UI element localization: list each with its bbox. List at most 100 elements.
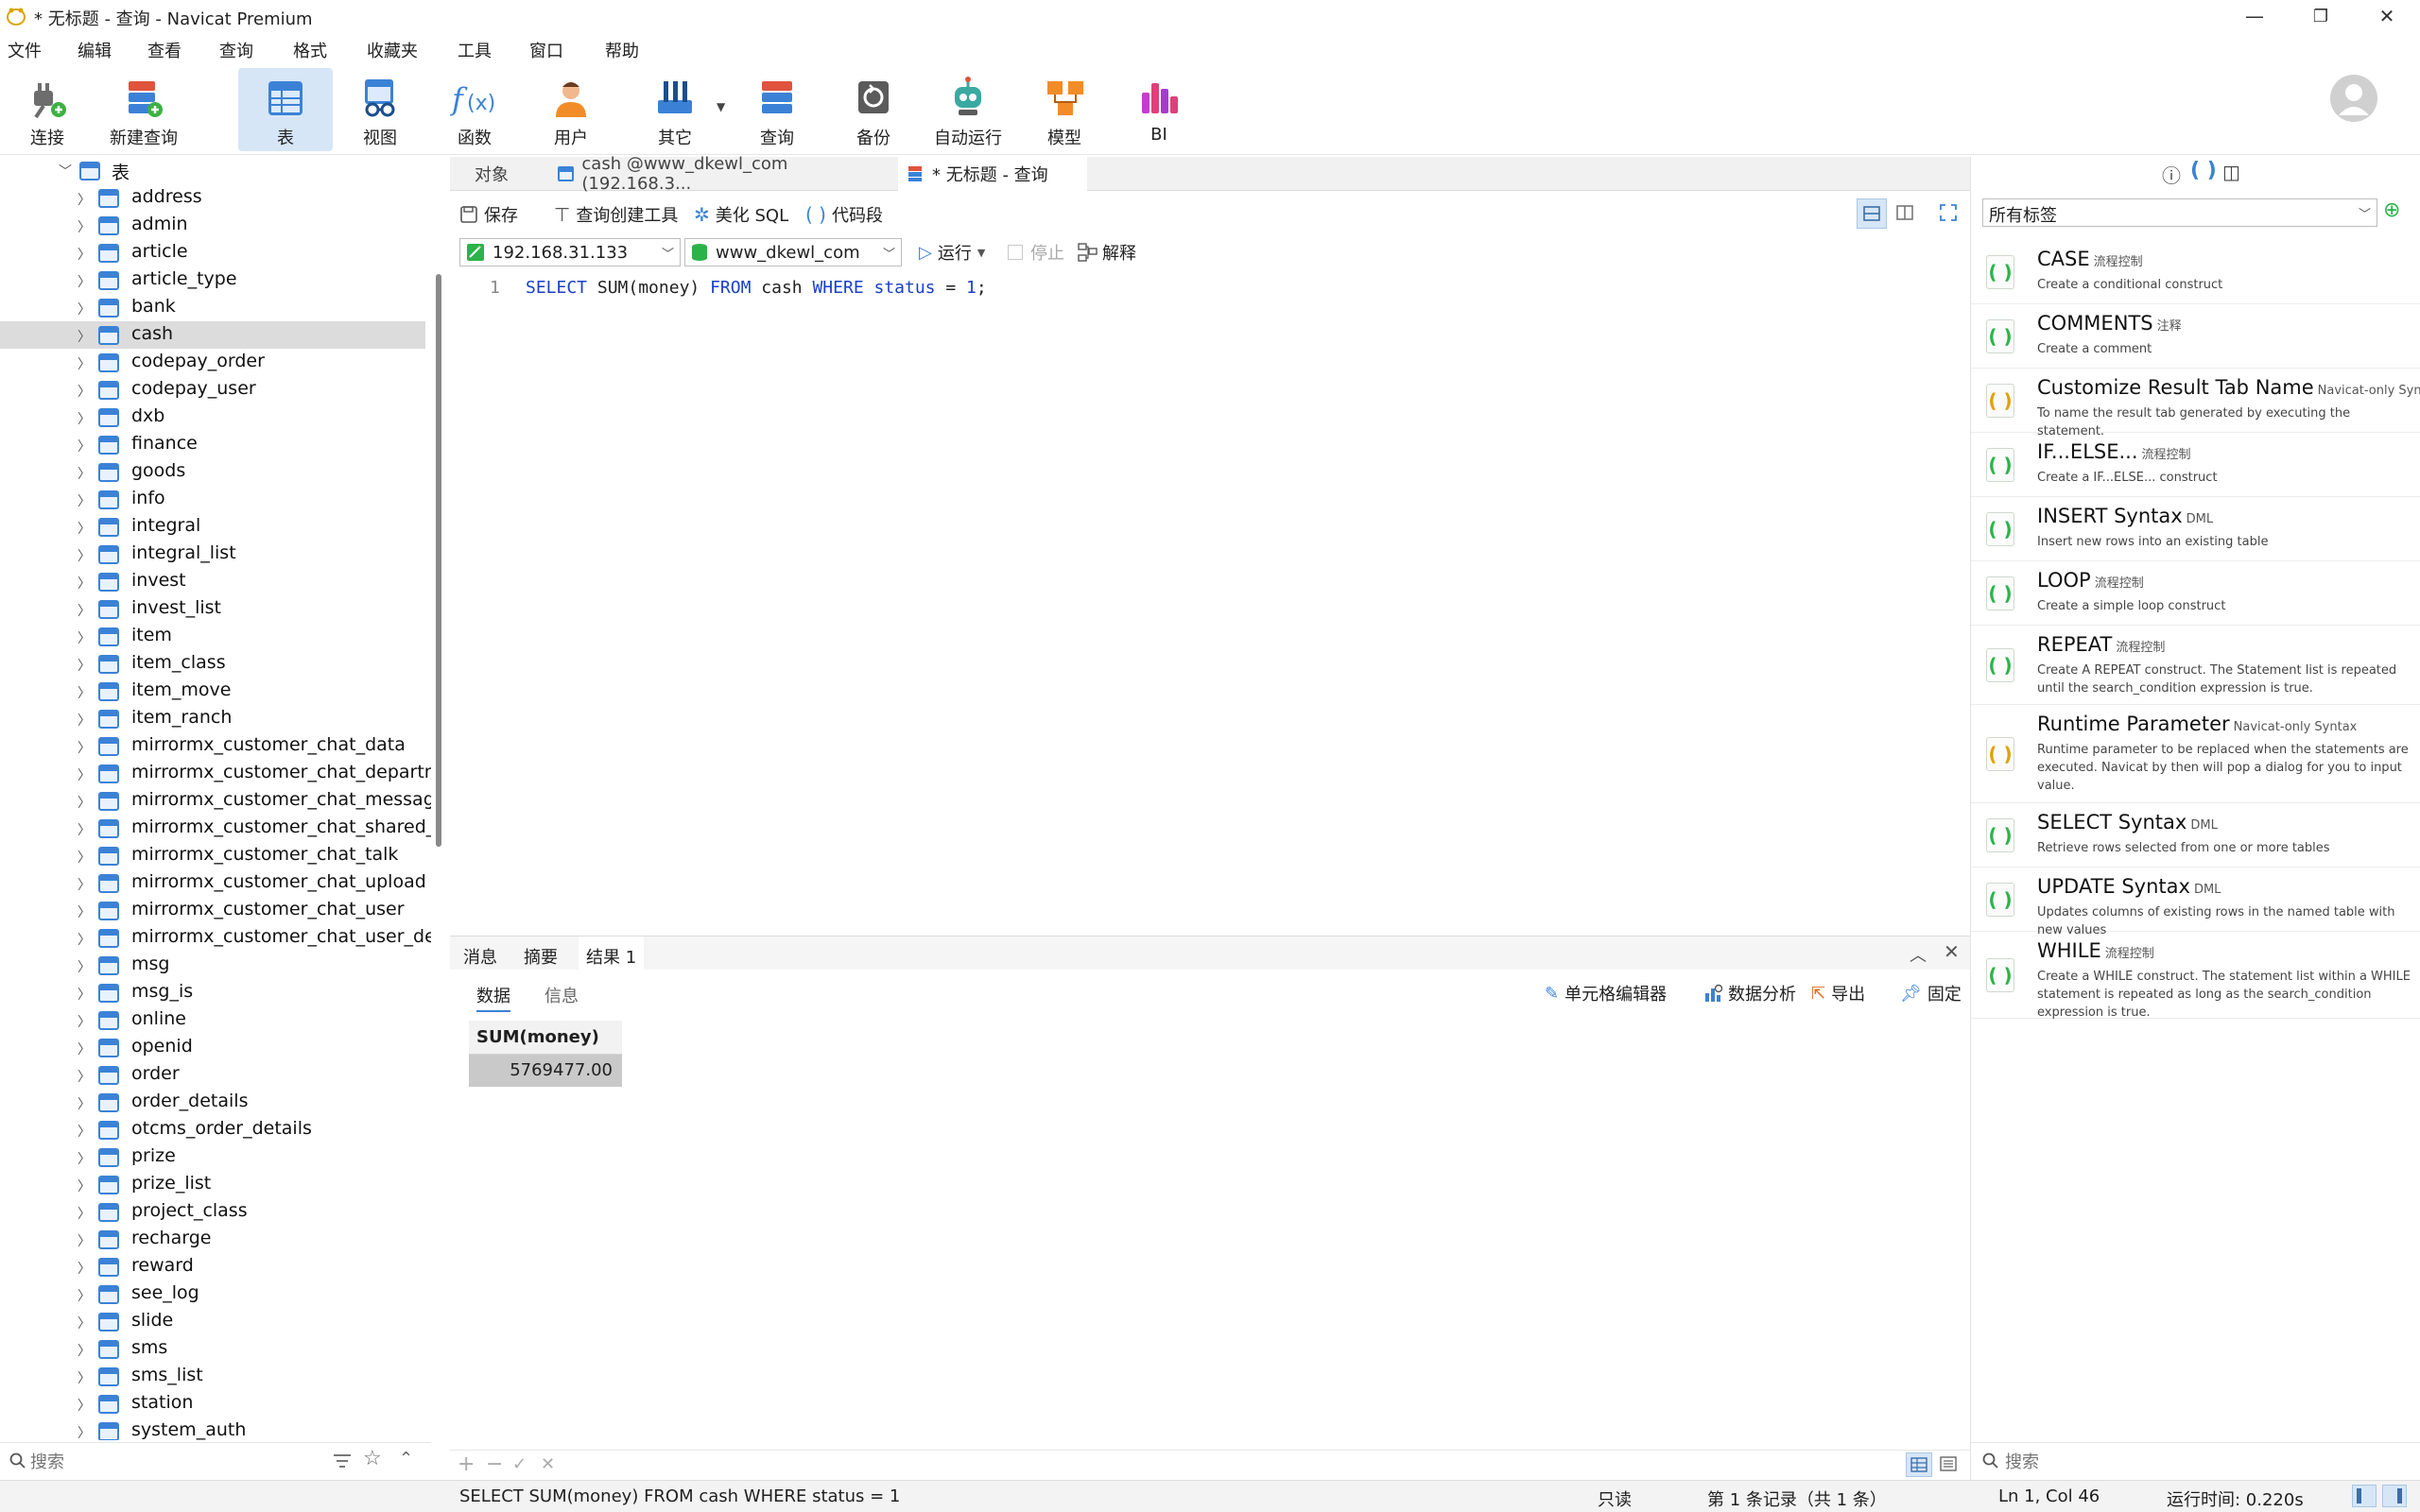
- chevron-right-icon[interactable]: 〉: [78, 1396, 91, 1415]
- stop-button[interactable]: 停止: [1008, 240, 1064, 265]
- snippet-item[interactable]: ( ) INSERT Syntax DML Insert new rows into …: [1971, 497, 2420, 561]
- chevron-right-icon[interactable]: 〉: [78, 875, 91, 894]
- tab-untitled-query[interactable]: * 无标题 - 查询: [898, 157, 1087, 191]
- tree-table-item[interactable]: 〉 slide: [0, 1308, 425, 1335]
- tree-table-item[interactable]: 〉 reward: [0, 1253, 425, 1280]
- tree-table-item[interactable]: 〉 see_log: [0, 1280, 425, 1308]
- tab-info[interactable]: 信息: [544, 983, 579, 1007]
- fullscreen-button[interactable]: [1934, 198, 1964, 229]
- tree-table-item[interactable]: 〉 mirrormx_customer_chat_message: [0, 787, 431, 815]
- menu-tools[interactable]: 工具: [458, 38, 492, 62]
- tree-table-item[interactable]: 〉 integral_list: [0, 541, 425, 568]
- tag-filter-select[interactable]: 所有标签 ﹀: [1982, 198, 2377, 227]
- tree-table-item[interactable]: 〉 mirrormx_customer_chat_departmer: [0, 760, 431, 787]
- tab-objects[interactable]: 对象: [450, 157, 533, 191]
- chevron-right-icon[interactable]: 〉: [78, 738, 91, 757]
- chevron-right-icon[interactable]: 〉: [78, 957, 91, 976]
- chevron-right-icon[interactable]: 〉: [78, 1177, 91, 1195]
- tree-table-item[interactable]: 〉 sms_list: [0, 1363, 425, 1390]
- tree-table-item[interactable]: 〉 otcms_order_details: [0, 1116, 425, 1143]
- tree-table-item[interactable]: 〉 order_details: [0, 1089, 425, 1116]
- tree-table-item[interactable]: 〉 mirrormx_customer_chat_user_depa: [0, 924, 431, 952]
- collapse-icon[interactable]: ⌃: [399, 1449, 413, 1469]
- tree-table-item[interactable]: 〉 order: [0, 1061, 425, 1089]
- tab-data[interactable]: 数据: [476, 983, 510, 1012]
- tree-search-input[interactable]: [30, 1449, 314, 1475]
- chevron-right-icon[interactable]: 〉: [78, 546, 91, 565]
- tree-table-item[interactable]: 〉 invest: [0, 568, 425, 595]
- tree-table-item[interactable]: 〉 station: [0, 1390, 425, 1418]
- toggle-left-panel-button[interactable]: [2352, 1485, 2377, 1507]
- discard-icon[interactable]: ✕: [541, 1454, 555, 1474]
- filter-icon[interactable]: [333, 1452, 352, 1469]
- tree-table-item[interactable]: 〉 invest_list: [0, 595, 425, 623]
- chevron-right-icon[interactable]: 〉: [78, 217, 91, 236]
- user-button[interactable]: 用户: [524, 68, 618, 151]
- tree-table-item[interactable]: 〉 article: [0, 239, 425, 266]
- tree-table-item[interactable]: 〉 codepay_order: [0, 349, 425, 376]
- tree-table-item[interactable]: 〉 goods: [0, 458, 425, 486]
- chevron-right-icon[interactable]: 〉: [78, 1149, 91, 1168]
- chevron-right-icon[interactable]: 〉: [78, 1341, 91, 1360]
- chevron-right-icon[interactable]: 〉: [78, 464, 91, 483]
- layout-horizontal-button[interactable]: [1857, 198, 1887, 229]
- chevron-right-icon[interactable]: 〉: [78, 711, 91, 730]
- cell-editor-button[interactable]: ✎ 单元格编辑器: [1545, 981, 1667, 1005]
- tab-messages[interactable]: 消息: [463, 944, 497, 969]
- tree-table-item[interactable]: 〉 admin: [0, 212, 425, 239]
- tree-root-tables[interactable]: ﹀ 表: [0, 157, 425, 184]
- chevron-right-icon[interactable]: 〉: [78, 1368, 91, 1387]
- chevron-right-icon[interactable]: 〉: [78, 1259, 91, 1278]
- sql-editor[interactable]: 1 SELECT SUM(money) FROM cash WHERE stat…: [450, 274, 1970, 932]
- model-button[interactable]: 模型: [1017, 68, 1112, 151]
- chevron-right-icon[interactable]: 〉: [78, 848, 91, 867]
- connection-select[interactable]: 192.168.31.133 ﹀: [459, 238, 681, 266]
- chevron-right-icon[interactable]: 〉: [78, 765, 91, 784]
- chevron-right-icon[interactable]: 〉: [78, 1012, 91, 1031]
- run-button[interactable]: ▷ 运行 ▼: [919, 240, 985, 265]
- collapse-panel-icon[interactable]: ︿: [1910, 942, 1927, 967]
- chevron-right-icon[interactable]: 〉: [78, 1122, 91, 1141]
- snippet-search-input[interactable]: [2005, 1449, 2383, 1475]
- grid-cell[interactable]: 5769477.00: [469, 1055, 622, 1087]
- snippet-item[interactable]: ( ) Customize Result Tab Name Navicat-only…: [1971, 369, 2420, 438]
- chevron-right-icon[interactable]: 〉: [78, 985, 91, 1004]
- tree-table-item[interactable]: 〉 mirrormx_customer_chat_shared_file: [0, 815, 431, 842]
- chevron-right-icon[interactable]: 〉: [78, 793, 91, 812]
- new-query-button[interactable]: 新建查询: [96, 68, 191, 151]
- maximize-button[interactable]: ❐: [2288, 0, 2354, 32]
- tree-table-item[interactable]: 〉 mirrormx_customer_chat_user: [0, 897, 425, 924]
- tree-table-item[interactable]: 〉 mirrormx_customer_chat_upload: [0, 869, 426, 897]
- pin-button[interactable]: 📌︎ 固定: [1900, 981, 1962, 1005]
- code-snippet-button[interactable]: ( ) 代码段: [805, 202, 883, 227]
- add-row-icon[interactable]: +: [458, 1452, 475, 1476]
- snippet-item[interactable]: ( ) CASE 流程控制 Create a conditional construc…: [1971, 240, 2420, 304]
- explain-button[interactable]: 解释: [1078, 240, 1136, 265]
- snippet-item[interactable]: ( ) WHILE 流程控制 Create a WHILE construct. Th…: [1971, 932, 2420, 1020]
- tree-table-item[interactable]: 〉 item_move: [0, 678, 425, 705]
- tree-table-item[interactable]: 〉 article_type: [0, 266, 425, 294]
- tab-cash-table[interactable]: cash @www_dkewl_com (192.168.3...: [548, 154, 898, 194]
- menu-window[interactable]: 窗口: [529, 38, 563, 62]
- function-button[interactable]: f (x) 函数: [427, 68, 522, 151]
- tree-scrollbar[interactable]: [436, 274, 441, 847]
- chevron-right-icon[interactable]: 〉: [78, 1040, 91, 1058]
- minimize-button[interactable]: —: [2221, 0, 2288, 32]
- menu-edit[interactable]: 编辑: [78, 38, 112, 62]
- snippet-item[interactable]: ( ) IF...ELSE... 流程控制 Create a IF...ELSE...…: [1971, 433, 2420, 497]
- chevron-right-icon[interactable]: 〉: [78, 656, 91, 675]
- close-button[interactable]: ✕: [2354, 0, 2420, 32]
- tree-table-item[interactable]: 〉 item_ranch: [0, 705, 425, 732]
- snippet-item[interactable]: ( ) LOOP 流程控制 Create a simple loop construc…: [1971, 561, 2420, 626]
- tree-table-item[interactable]: 〉 msg: [0, 952, 425, 979]
- tree-table-item[interactable]: 〉 recharge: [0, 1226, 425, 1253]
- snippet-item[interactable]: ( ) Runtime Parameter Navicat-only Syntax R…: [1971, 705, 2420, 803]
- tree-table-item[interactable]: 〉 address: [0, 184, 425, 212]
- tree-table-item[interactable]: 〉 system_auth: [0, 1418, 425, 1440]
- chevron-right-icon[interactable]: 〉: [78, 1094, 91, 1113]
- chevron-right-icon[interactable]: 〉: [78, 354, 91, 373]
- snippet-item[interactable]: ( ) COMMENTS 注释 Create a comment: [1971, 304, 2420, 369]
- chevron-right-icon[interactable]: 〉: [78, 491, 91, 510]
- grid-view-button[interactable]: [1906, 1452, 1932, 1477]
- avatar-icon[interactable]: [2329, 74, 2378, 123]
